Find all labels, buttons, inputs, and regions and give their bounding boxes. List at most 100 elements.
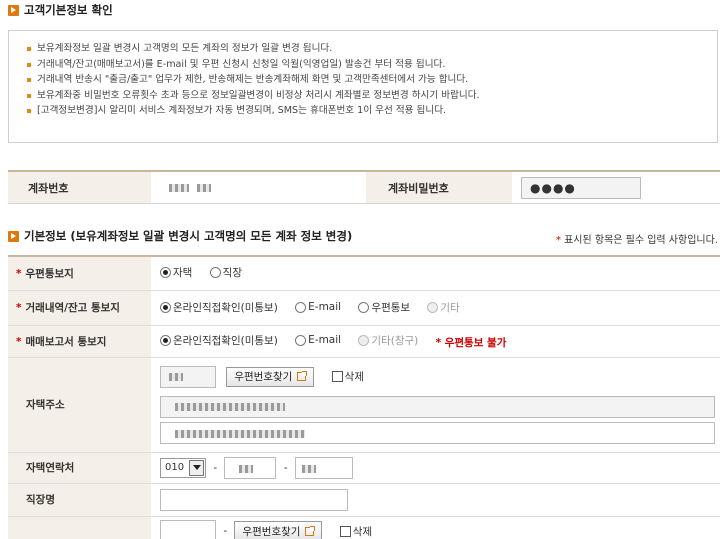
required-note-text: 표시된 항목은 필수 입력 사항입니다. [564, 235, 718, 246]
work-address-label [8, 516, 151, 539]
dash: - [283, 461, 288, 474]
radio-label: 기타 [440, 301, 460, 314]
area-code-select[interactable]: 010 [160, 457, 206, 478]
account-number-value [151, 172, 366, 203]
radio-label: E-mail [308, 301, 342, 313]
report-label: * 매매보고서 통보지 [8, 325, 151, 358]
trade-label-text: 거래내역/잔고 통보지 [25, 302, 120, 314]
account-number-label: 계좌번호 [8, 172, 151, 203]
account-number-label-text: 계좌번호 [28, 181, 69, 195]
form-row-trade: * 거래내역/잔고 통보지 온라인직접확인(미통보) E-mail 우편통보 기타 [8, 290, 720, 326]
arrow-bullet-icon [8, 230, 19, 242]
notice-item: 보유계좌중 비밀번호 오류횟수 초과 등으로 정보일괄변경이 비정상 처리시 계… [27, 88, 717, 104]
checkbox-icon [339, 525, 351, 537]
work-zip-search-button[interactable]: 우편번호찾기 [234, 521, 323, 539]
section-title-text: 기본정보 (보유계좌정보 일괄 변경시 고객명의 모든 계좌 정보 변경) [24, 229, 353, 243]
phone-last-input[interactable] [294, 456, 353, 479]
workplace-fields [151, 483, 720, 517]
home-zip-search-button[interactable]: 우편번호찾기 [226, 366, 315, 387]
radio-disabled-icon [427, 301, 439, 313]
workplace-label: 직장명 [8, 483, 151, 517]
radio-trade-email[interactable]: E-mail [295, 301, 341, 313]
notice-item: [고객정보변경]시 알리미 서비스 계좌정보가 자동 변경되며, SMS는 휴대… [27, 103, 717, 119]
work-zip-input[interactable] [160, 520, 216, 539]
report-label-text: 매매보고서 통보지 [25, 335, 107, 348]
radio-unselected-icon [358, 301, 370, 313]
radio-label: E-mail [308, 334, 342, 346]
home-phone-fields: 010 - - [151, 452, 720, 484]
post-not-allowed-warning: * 우편통보 불가 [435, 336, 507, 349]
dash: - [213, 461, 218, 474]
work-delete-checkbox[interactable]: 삭제 [339, 524, 373, 539]
notice-box: 보유계좌정보 일괄 변경시 고객명의 모든 계좌의 정보가 일괄 변경 됩니다.… [8, 30, 718, 143]
section-title-basic-info: 기본정보 (보유계좌정보 일괄 변경시 고객명의 모든 계좌 정보 변경) [8, 228, 352, 244]
radio-label: 우편통보 [371, 301, 411, 314]
home-phone-label: 자택연락처 [8, 452, 151, 484]
radio-label: 기타(창구) [371, 334, 419, 347]
home-address-label-text: 자택주소 [26, 399, 65, 411]
zip-button-label: 우편번호찾기 [242, 525, 301, 538]
radio-selected-icon [160, 301, 171, 313]
radio-disabled-icon [358, 334, 370, 346]
trade-label: * 거래내역/잔고 통보지 [8, 290, 151, 326]
masked-address [175, 429, 305, 438]
radio-report-online[interactable]: 온라인직접확인(미통보) [160, 333, 278, 348]
radio-home-label: 자택 [173, 267, 193, 280]
masked-phone [301, 464, 316, 473]
home-address-line1[interactable] [160, 395, 715, 418]
trade-options: 온라인직접확인(미통보) E-mail 우편통보 기타 [151, 290, 720, 326]
popup-icon [305, 525, 316, 536]
home-zip-input[interactable] [160, 365, 216, 388]
account-password-cell: ●●●● [512, 172, 720, 203]
masked-zip [169, 372, 183, 381]
mail-label: * 우편통보지 [8, 256, 151, 291]
radio-unselected-icon [295, 334, 307, 346]
mail-label-text: 우편통보지 [25, 267, 74, 280]
account-password-label-text: 계좌비밀번호 [388, 181, 449, 195]
radio-report-email[interactable]: E-mail [295, 334, 341, 346]
notice-item: 거래내역/잔고(매매보고서)를 E-mail 및 우편 신청시 신청일 익월(익… [27, 57, 717, 73]
home-address-label: 자택주소 [8, 357, 151, 453]
basic-info-form: * 우편통보지 자택 직장 * 거래내역/잔고 통보지 온라인직접확인(미통보) E… [8, 255, 720, 539]
notice-item: 거래내역 반송시 "출금/출고" 업무가 제한, 반송해제는 반송계좌해제 화면… [27, 72, 717, 88]
masked-account-number [169, 183, 189, 192]
radio-home[interactable]: 자택 [160, 265, 192, 280]
notice-item: 보유계좌정보 일괄 변경시 고객명의 모든 계좌의 정보가 일괄 변경 됩니다. [27, 41, 717, 57]
radio-trade-post[interactable]: 우편통보 [358, 300, 410, 315]
radio-unselected-icon [209, 267, 221, 279]
report-options: 온라인직접확인(미통보) E-mail 기타(창구) * 우편통보 불가 [151, 325, 720, 358]
radio-trade-online[interactable]: 온라인직접확인(미통보) [160, 300, 278, 315]
area-code-value: 010 [165, 462, 185, 473]
form-row-report: * 매매보고서 통보지 온라인직접확인(미통보) E-mail 기타(창구) * … [8, 325, 720, 358]
form-row-workplace: 직장명 [8, 483, 720, 517]
required-note: * 표시된 항목은 필수 입력 사항입니다. [556, 231, 718, 246]
section-title-customer-info: 고객기본정보 확인 [8, 2, 113, 18]
workplace-label-text: 직장명 [26, 494, 55, 506]
account-password-input[interactable]: ●●●● [521, 176, 641, 199]
phone-middle-input[interactable] [224, 456, 277, 479]
home-delete-checkbox[interactable]: 삭제 [331, 369, 364, 384]
radio-work-label: 직장 [222, 267, 242, 280]
form-row-home-address: 자택주소 우편번호찾기 삭제 [8, 357, 720, 453]
account-password-label: 계좌비밀번호 [366, 172, 512, 203]
dash: - [223, 525, 228, 537]
radio-work[interactable]: 직장 [209, 265, 242, 280]
workplace-input[interactable] [160, 488, 348, 511]
arrow-bullet-icon [8, 4, 19, 16]
work-address-fields: - 우편번호찾기 삭제 [151, 516, 720, 539]
delete-label: 삭제 [352, 525, 373, 538]
chevron-down-icon [189, 459, 204, 476]
zip-button-label: 우편번호찾기 [234, 371, 293, 383]
radio-trade-other[interactable]: 기타 [427, 300, 460, 315]
popup-icon [297, 371, 308, 381]
form-row-home-phone: 자택연락처 010 - - [8, 452, 720, 484]
radio-unselected-icon [295, 301, 307, 313]
masked-account-number [197, 183, 211, 192]
home-phone-label-text: 자택연락처 [26, 462, 75, 474]
checkbox-icon [331, 371, 343, 382]
radio-label: 온라인직접확인(미통보) [173, 301, 278, 314]
home-address-line2[interactable] [160, 421, 715, 444]
radio-selected-icon [160, 267, 171, 279]
radio-label: 온라인직접확인(미통보) [173, 334, 278, 347]
radio-report-counter[interactable]: 기타(창구) [358, 333, 418, 348]
